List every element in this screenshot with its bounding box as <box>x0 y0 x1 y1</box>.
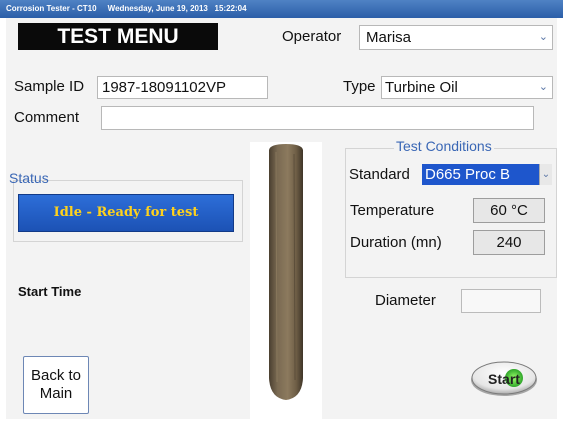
title-date: Wednesday, June 19, 2013 <box>107 4 208 13</box>
title-time: 15:22:04 <box>214 4 247 13</box>
test-conditions-title: Test Conditions <box>394 138 494 154</box>
type-value: Turbine Oil <box>385 79 458 96</box>
diameter-field[interactable] <box>461 289 541 313</box>
test-specimen-image <box>250 142 322 420</box>
back-button-line1: Back to <box>30 367 82 384</box>
chevron-down-icon[interactable]: ⌄ <box>539 164 552 185</box>
type-select[interactable]: Turbine Oil ⌄ <box>381 76 553 99</box>
start-time-label: Start Time <box>18 284 82 299</box>
status-label: Status <box>9 170 49 186</box>
comment-field[interactable] <box>101 106 534 130</box>
type-label: Type <box>343 78 376 95</box>
test-menu-screen: TEST MENU Operator Marisa ⌄ Sample ID 19… <box>6 18 557 420</box>
sample-id-value: 1987-18091102VP <box>102 79 226 96</box>
diameter-label: Diameter <box>375 292 436 309</box>
back-to-main-button[interactable]: Back to Main <box>23 356 89 414</box>
page-title: TEST MENU <box>18 23 218 50</box>
standard-value: D665 Proc B <box>425 166 511 183</box>
sample-id-label: Sample ID <box>14 78 85 95</box>
duration-label: Duration (mn) <box>350 234 442 251</box>
temperature-value: 60 °C <box>473 198 545 223</box>
sample-id-field[interactable]: 1987-18091102VP <box>97 76 268 99</box>
back-button-line2: Main <box>39 385 73 402</box>
title-bar: Corrosion Tester - CT10 Wednesday, June … <box>0 0 563 18</box>
duration-value: 240 <box>473 230 545 255</box>
start-button[interactable]: Start <box>469 360 539 398</box>
chevron-down-icon[interactable]: ⌄ <box>539 26 548 49</box>
specimen-rod-icon <box>269 144 303 400</box>
comment-label: Comment <box>14 109 80 126</box>
status-badge: Idle - Ready for test <box>18 194 234 232</box>
start-button-label: Start <box>488 371 520 387</box>
chevron-down-icon[interactable]: ⌄ <box>539 77 548 98</box>
app-name: Corrosion Tester - CT10 <box>6 4 97 13</box>
standard-label: Standard <box>349 166 410 183</box>
operator-label: Operator <box>282 28 342 45</box>
operator-select[interactable]: Marisa ⌄ <box>359 25 553 50</box>
standard-select[interactable]: D665 Proc B ⌄ <box>422 164 552 185</box>
operator-value: Marisa <box>366 29 412 46</box>
temperature-label: Temperature <box>350 202 435 219</box>
